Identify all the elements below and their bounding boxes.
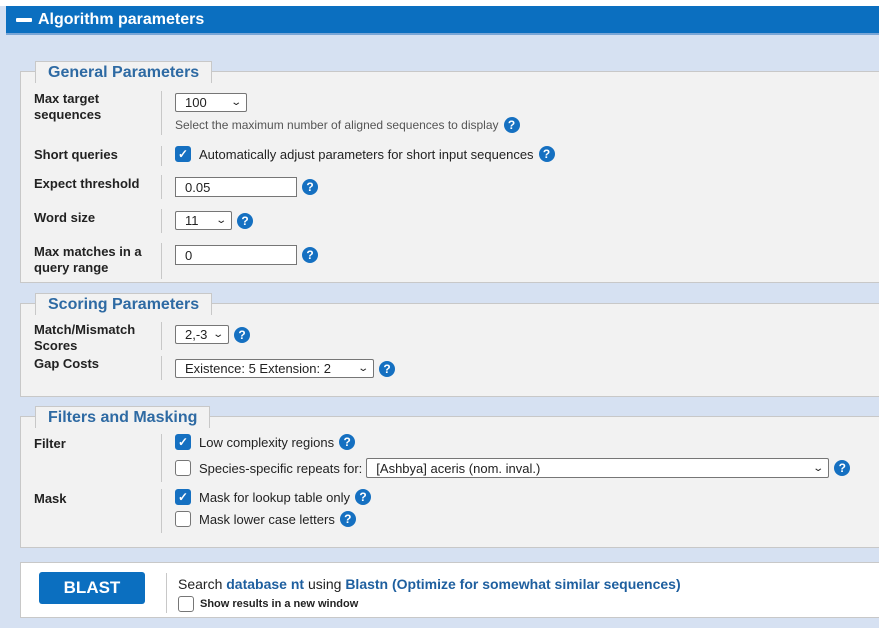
low-complexity-text: Low complexity regions <box>199 434 335 450</box>
search-summary: Search database nt using Blastn (Optimiz… <box>178 576 681 592</box>
low-complexity-control: ✓ Low complexity regions ? <box>175 434 356 450</box>
word-size-label: Word size <box>34 210 96 225</box>
help-icon[interactable]: ? <box>379 360 395 377</box>
expect-threshold-input[interactable]: 0.05 <box>175 177 297 197</box>
word-size-row: Word size 11 ⌄ ? <box>21 209 879 235</box>
lookup-table-control: ✓ Mask for lookup table only ? <box>175 489 372 505</box>
lookup-table-text: Mask for lookup table only <box>199 489 351 505</box>
match-mismatch-value: 2,-3 <box>185 327 208 342</box>
lowercase-text: Mask lower case letters <box>199 511 335 527</box>
blast-button[interactable]: BLAST <box>39 572 145 604</box>
divider <box>161 322 162 350</box>
help-icon[interactable]: ? <box>237 212 253 229</box>
new-window-control: Show results in a new window <box>178 596 358 612</box>
divider <box>161 175 162 199</box>
low-complexity-checkbox[interactable]: ✓ <box>175 434 191 450</box>
divider <box>161 489 162 533</box>
match-mismatch-label: Match/Mismatch Scores <box>34 322 136 353</box>
filters-masking-panel: Filters and Masking Filter ✓ Low complex… <box>20 406 879 548</box>
species-repeats-text: Species-specific repeats for: <box>199 460 363 476</box>
short-queries-row: Short queries ✓ Automatically adjust par… <box>21 146 879 170</box>
species-repeats-control: Species-specific repeats for: [Ashbya] a… <box>175 458 851 478</box>
new-window-checkbox[interactable] <box>178 596 194 612</box>
help-icon[interactable]: ? <box>355 489 372 505</box>
filters-masking-legend: Filters and Masking <box>35 406 211 428</box>
species-value: [Ashbya] aceris (nom. inval.) <box>376 460 541 476</box>
expect-threshold-label: Expect threshold <box>34 176 140 191</box>
expect-threshold-row: Expect threshold 0.05 ? <box>21 175 879 201</box>
divider <box>161 146 162 166</box>
chevron-down-icon: ⌄ <box>214 215 227 226</box>
general-parameters-panel: General Parameters Max target sequences … <box>20 61 879 283</box>
section-title: Algorithm parameters <box>38 10 205 28</box>
mask-row: Mask ✓ Mask for lookup table only ? Mask… <box>21 489 879 535</box>
gap-costs-label: Gap Costs <box>34 356 100 371</box>
short-queries-label: Short queries <box>34 147 118 162</box>
new-window-text: Show results in a new window <box>200 598 359 610</box>
gap-costs-row: Gap Costs Existence: 5 Extension: 2 ⌄ ? <box>21 356 879 382</box>
help-icon[interactable]: ? <box>538 146 555 162</box>
search-prefix: Search <box>178 576 223 592</box>
expect-threshold-control: 0.05 ? <box>175 177 318 197</box>
species-repeats-checkbox[interactable] <box>175 460 191 476</box>
gap-costs-select[interactable]: Existence: 5 Extension: 2 ⌄ <box>175 359 374 378</box>
scoring-parameters-panel: Scoring Parameters Match/Mismatch Scores… <box>20 293 879 397</box>
lowercase-control: Mask lower case letters ? <box>175 511 356 527</box>
divider <box>161 356 162 380</box>
divider <box>166 573 167 613</box>
help-icon[interactable]: ? <box>234 326 250 343</box>
max-target-value: 100 <box>185 95 207 110</box>
chevron-down-icon: ⌄ <box>211 329 224 340</box>
max-matches-row: Max matches in a query range 0 ? <box>21 243 879 281</box>
chevron-down-icon: ⌄ <box>356 363 369 374</box>
divider <box>161 243 162 279</box>
help-icon[interactable]: ? <box>302 179 318 195</box>
max-target-select[interactable]: 100 ⌄ <box>175 93 247 112</box>
gap-costs-value: Existence: 5 Extension: 2 <box>185 361 331 376</box>
section-header[interactable]: Algorithm parameters <box>6 6 879 35</box>
max-target-label: Max target sequences <box>34 91 102 122</box>
divider <box>161 434 162 482</box>
chevron-down-icon: ⌄ <box>229 97 242 108</box>
help-icon[interactable]: ? <box>834 460 851 476</box>
match-mismatch-row: Match/Mismatch Scores 2,-3 ⌄ ? <box>21 322 879 356</box>
short-queries-control: ✓ Automatically adjust parameters for sh… <box>175 146 555 162</box>
divider <box>161 209 162 233</box>
general-parameters-legend: General Parameters <box>35 61 213 83</box>
match-mismatch-control: 2,-3 ⌄ ? <box>175 325 250 344</box>
max-target-hint: Select the maximum number of aligned seq… <box>175 118 499 132</box>
match-mismatch-select[interactable]: 2,-3 ⌄ <box>175 325 229 344</box>
word-size-select[interactable]: 11 ⌄ <box>175 211 232 230</box>
max-matches-control: 0 ? <box>175 245 318 265</box>
collapse-minus-icon[interactable] <box>16 17 32 22</box>
help-icon[interactable]: ? <box>339 511 356 527</box>
max-target-row: Max target sequences 100 ⌄ Select the max… <box>21 91 879 137</box>
using-text: using <box>307 576 342 592</box>
max-matches-input[interactable]: 0 <box>175 245 297 265</box>
blast-submit-box: BLAST Search database nt using Blastn (O… <box>20 562 879 618</box>
short-queries-checkbox[interactable]: ✓ <box>175 146 191 162</box>
gap-costs-control: Existence: 5 Extension: 2 ⌄ ? <box>175 359 395 378</box>
filter-row: Filter ✓ Low complexity regions ? Specie… <box>21 434 879 484</box>
help-icon[interactable]: ? <box>339 434 356 450</box>
chevron-down-icon: ⌄ <box>812 462 824 474</box>
scoring-parameters-legend: Scoring Parameters <box>35 293 213 315</box>
word-size-value: 11 <box>185 213 199 228</box>
lowercase-checkbox[interactable] <box>175 511 191 527</box>
database-link[interactable]: database nt <box>226 576 304 592</box>
lookup-table-checkbox[interactable]: ✓ <box>175 489 191 505</box>
filter-label: Filter <box>34 436 66 451</box>
help-icon[interactable]: ? <box>503 117 520 133</box>
max-matches-label: Max matches in a query range <box>34 244 142 275</box>
max-target-control: 100 ⌄ <box>175 93 247 112</box>
short-queries-text: Automatically adjust parameters for shor… <box>199 146 534 162</box>
species-select[interactable]: [Ashbya] aceris (nom. inval.) ⌄ <box>366 458 830 478</box>
divider <box>161 91 162 135</box>
word-size-control: 11 ⌄ ? <box>175 211 253 230</box>
mask-label: Mask <box>34 491 67 506</box>
program-link[interactable]: Blastn (Optimize for somewhat similar se… <box>345 576 680 592</box>
help-icon[interactable]: ? <box>302 247 318 263</box>
max-target-hint-row: Select the maximum number of aligned seq… <box>175 117 520 133</box>
